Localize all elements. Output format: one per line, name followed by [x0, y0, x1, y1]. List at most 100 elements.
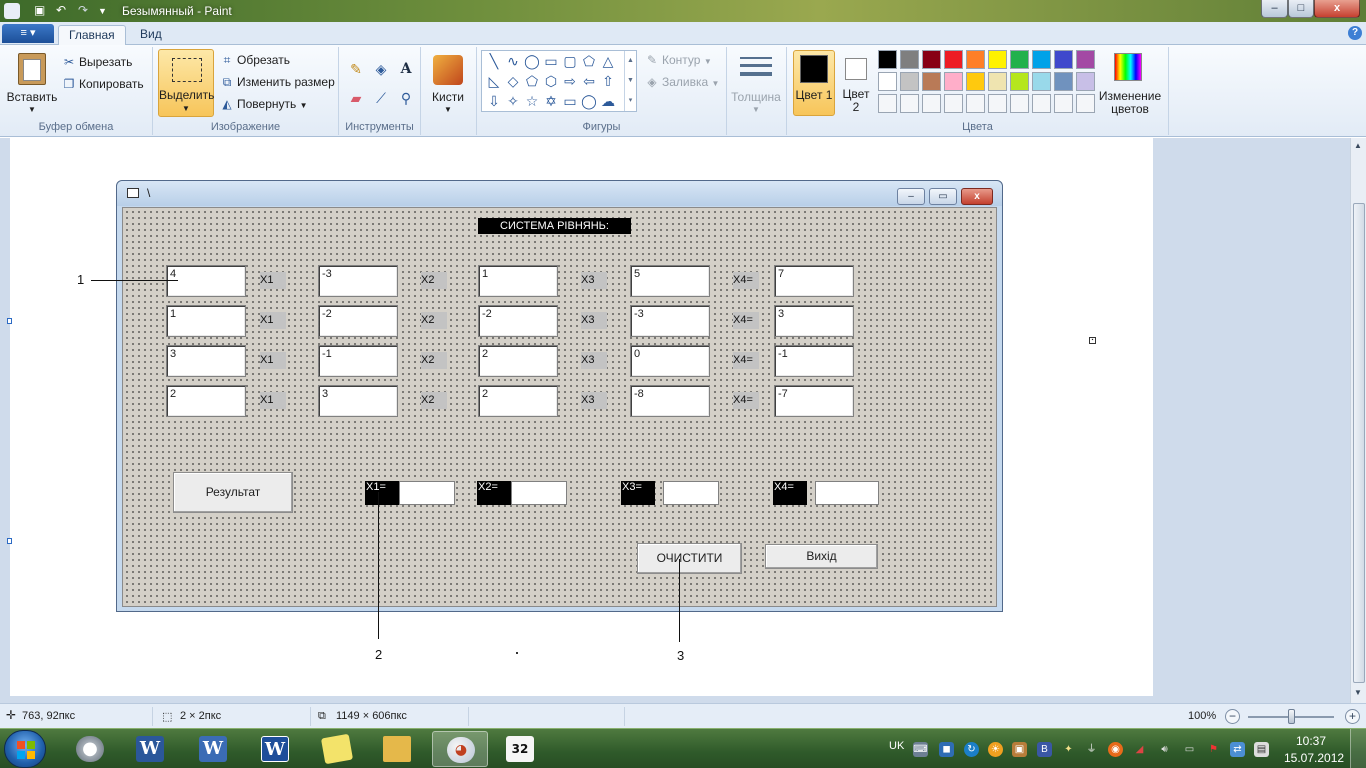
four-point-star-shape-icon[interactable]: ✧: [503, 92, 523, 111]
wand-tray-icon[interactable]: ✦: [1061, 742, 1076, 757]
x2-result-field[interactable]: [511, 481, 567, 505]
coef-a41-field[interactable]: 2: [166, 385, 246, 417]
coef-a14-field[interactable]: 5: [630, 265, 710, 297]
color1-button[interactable]: Цвет 1: [793, 50, 835, 116]
fill-bucket-icon[interactable]: ◈: [370, 59, 392, 79]
signal-tray-icon[interactable]: ◢: [1132, 742, 1147, 757]
form-minimize-button[interactable]: –: [897, 188, 925, 205]
start-button[interactable]: [4, 730, 46, 768]
diamond-shape-icon[interactable]: ◇: [503, 72, 523, 91]
palette-swatch[interactable]: [944, 94, 963, 113]
refresh-tray-icon[interactable]: ↻: [964, 742, 979, 757]
printer-tray-icon[interactable]: ▤: [1254, 742, 1269, 757]
rounded-rectangle-shape-icon[interactable]: ▢: [560, 52, 580, 71]
display-tray-icon[interactable]: ▭: [1182, 742, 1197, 757]
palette-swatch[interactable]: [922, 50, 941, 69]
palette-swatch[interactable]: [988, 50, 1007, 69]
form-maximize-button[interactable]: ▭: [929, 188, 957, 205]
scroll-up-icon[interactable]: ▲: [1354, 141, 1362, 150]
oval-callout-shape-icon[interactable]: ◯: [579, 92, 599, 111]
shapes-scroll[interactable]: ▲ ▼ ▾: [624, 51, 636, 111]
pentagon-shape-icon[interactable]: ⬠: [522, 72, 542, 91]
palette-swatch[interactable]: [900, 72, 919, 91]
palette-swatch[interactable]: [1054, 50, 1073, 69]
browser-tray-icon[interactable]: ◉: [1108, 742, 1123, 757]
cloud-callout-shape-icon[interactable]: ☁: [598, 92, 618, 111]
cut-button[interactable]: ✂ Вырезать: [62, 53, 132, 71]
help-icon[interactable]: ?: [1348, 26, 1362, 40]
close-button[interactable]: x: [1314, 0, 1360, 18]
color2-button[interactable]: Цвет 2: [838, 50, 874, 116]
coef-a22-field[interactable]: -2: [318, 305, 398, 337]
show-desktop-button[interactable]: [1350, 729, 1366, 768]
palette-swatch[interactable]: [900, 50, 919, 69]
taskbar-word-app-2[interactable]: W: [185, 731, 241, 767]
form-close-button[interactable]: x: [961, 188, 993, 205]
palette-swatch[interactable]: [988, 72, 1007, 91]
clock-date[interactable]: 15.07.2012: [1284, 751, 1344, 765]
text-tool-icon[interactable]: A: [395, 59, 417, 79]
palette-swatch[interactable]: [966, 94, 985, 113]
scrollbar-thumb[interactable]: [1353, 203, 1365, 683]
coef-a43-field[interactable]: 2: [478, 385, 558, 417]
palette-swatch[interactable]: [900, 94, 919, 113]
coef-a24-field[interactable]: -3: [630, 305, 710, 337]
flag-tray-icon[interactable]: ⚑: [1206, 742, 1221, 757]
five-point-star-shape-icon[interactable]: ☆: [522, 92, 542, 111]
undo-icon[interactable]: ↶: [56, 3, 66, 19]
taskbar-webcam-app[interactable]: ●: [62, 731, 118, 767]
rotate-button[interactable]: ◭ Повернуть ▼: [220, 95, 307, 113]
tab-home[interactable]: Главная: [58, 25, 126, 46]
canvas-resize-handle-left[interactable]: [7, 318, 12, 324]
brushes-dropdown-icon[interactable]: ▼: [442, 103, 454, 116]
palette-swatch[interactable]: [988, 94, 1007, 113]
zoom-slider-thumb[interactable]: [1288, 709, 1295, 724]
palette-swatch[interactable]: [922, 72, 941, 91]
x1-result-field[interactable]: [399, 481, 455, 505]
const-b4-field[interactable]: -7: [774, 385, 854, 417]
coef-a34-field[interactable]: 0: [630, 345, 710, 377]
hexagon-shape-icon[interactable]: ⬡: [541, 72, 561, 91]
tab-view[interactable]: Вид: [130, 25, 172, 46]
paste-dropdown-icon[interactable]: ▼: [26, 103, 38, 116]
palette-swatch[interactable]: [878, 50, 897, 69]
oval-shape-icon[interactable]: ◯: [522, 52, 542, 71]
box-tray-icon[interactable]: ▣: [1012, 742, 1027, 757]
outline-button[interactable]: ✎ Контур ▼: [645, 51, 712, 69]
line-shape-icon[interactable]: ╲: [484, 52, 504, 71]
canvas-resize-handle-bottom-left[interactable]: [7, 538, 12, 544]
usb-tray-icon[interactable]: ⏚: [1084, 742, 1099, 757]
save-icon[interactable]: ▣: [34, 3, 45, 19]
taskbar-sticky-notes-app[interactable]: [309, 731, 365, 767]
palette-swatch[interactable]: [1076, 94, 1095, 113]
coef-a11-field[interactable]: 4: [166, 265, 246, 297]
coef-a21-field[interactable]: 1: [166, 305, 246, 337]
left-arrow-shape-icon[interactable]: ⇦: [579, 72, 599, 91]
const-b3-field[interactable]: -1: [774, 345, 854, 377]
coef-a42-field[interactable]: 3: [318, 385, 398, 417]
taskbar-app-32[interactable]: 32: [492, 731, 548, 767]
zoom-in-button[interactable]: +: [1345, 709, 1360, 724]
volume-tray-icon[interactable]: 🔊︎: [1157, 742, 1172, 757]
curve-shape-icon[interactable]: ∿: [503, 52, 523, 71]
clear-button[interactable]: ОЧИСТИТИ: [637, 543, 742, 574]
palette-swatch[interactable]: [944, 72, 963, 91]
vertical-scrollbar[interactable]: ▲ ▼: [1350, 138, 1366, 703]
coef-a12-field[interactable]: -3: [318, 265, 398, 297]
polygon-shape-icon[interactable]: ⬠: [579, 52, 599, 71]
rect-callout-shape-icon[interactable]: ▭: [560, 92, 580, 111]
select-button[interactable]: Выделить ▼: [158, 49, 214, 117]
palette-swatch[interactable]: [1010, 94, 1029, 113]
taskbar-word-app-3[interactable]: W: [247, 731, 303, 767]
const-b2-field[interactable]: 3: [774, 305, 854, 337]
palette-swatch[interactable]: [878, 72, 897, 91]
palette-swatch[interactable]: [1032, 94, 1051, 113]
edit-colors-button[interactable]: Изменение цветов: [1096, 90, 1164, 116]
taskbar-paint-app[interactable]: ◕: [432, 731, 488, 767]
resize-button[interactable]: ⧉ Изменить размер: [220, 73, 335, 91]
x3-result-field[interactable]: [663, 481, 719, 505]
coef-a13-field[interactable]: 1: [478, 265, 558, 297]
paste-icon[interactable]: [18, 53, 46, 85]
exit-button[interactable]: Вихід: [765, 544, 878, 569]
palette-swatch[interactable]: [1010, 72, 1029, 91]
